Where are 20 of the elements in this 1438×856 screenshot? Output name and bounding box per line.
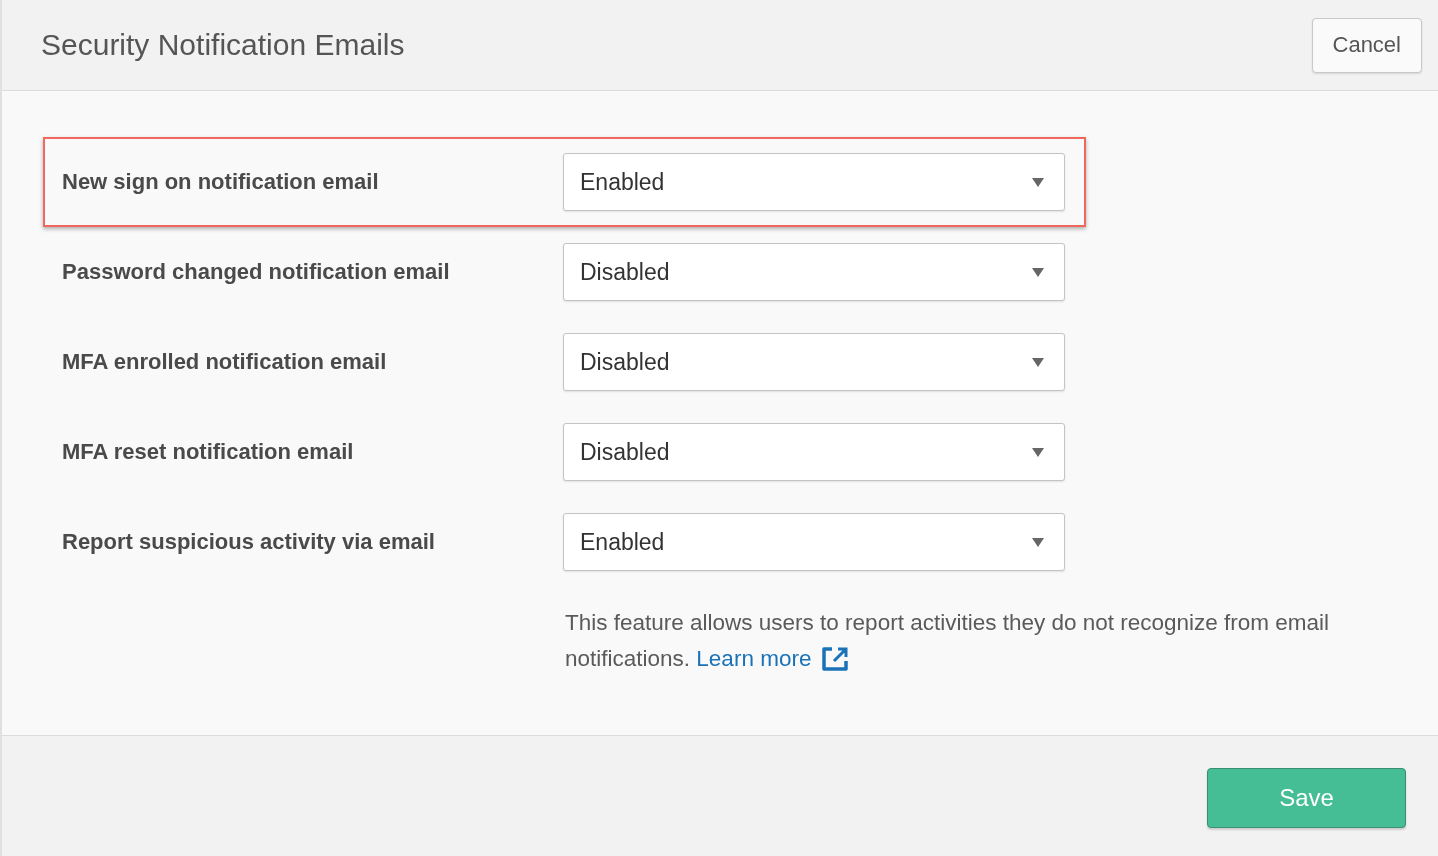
cancel-button[interactable]: Cancel [1311, 17, 1422, 73]
caret-icon [1032, 267, 1044, 277]
setting-label: New sign on notification email [62, 169, 380, 195]
setting-dropdown[interactable]: Enabled [563, 153, 1065, 211]
setting-dropdown[interactable]: Disabled [563, 423, 1065, 481]
setting-label: Report suspicious activity via email [62, 529, 436, 555]
caret-icon [1032, 177, 1044, 187]
setting-dropdown[interactable]: Enabled [563, 513, 1065, 571]
external-link-icon [821, 646, 850, 672]
caret-icon [1032, 447, 1044, 457]
caret-icon [1032, 537, 1044, 547]
setting-dropdown[interactable]: Disabled [563, 243, 1065, 301]
setting-label: Password changed notification email [62, 259, 451, 285]
feature-description: This feature allows users to report activities they do not recognize from email notifications. Learn more [565, 605, 1395, 677]
caret-icon [1032, 357, 1044, 367]
learn-more-link[interactable]: Learn more [696, 641, 850, 677]
setting-dropdown[interactable]: Disabled [563, 333, 1065, 391]
setting-label: MFA enrolled notification email [62, 349, 388, 375]
dialog-title: Security Notification Emails [41, 28, 405, 62]
setting-label: MFA reset notification email [62, 439, 355, 465]
